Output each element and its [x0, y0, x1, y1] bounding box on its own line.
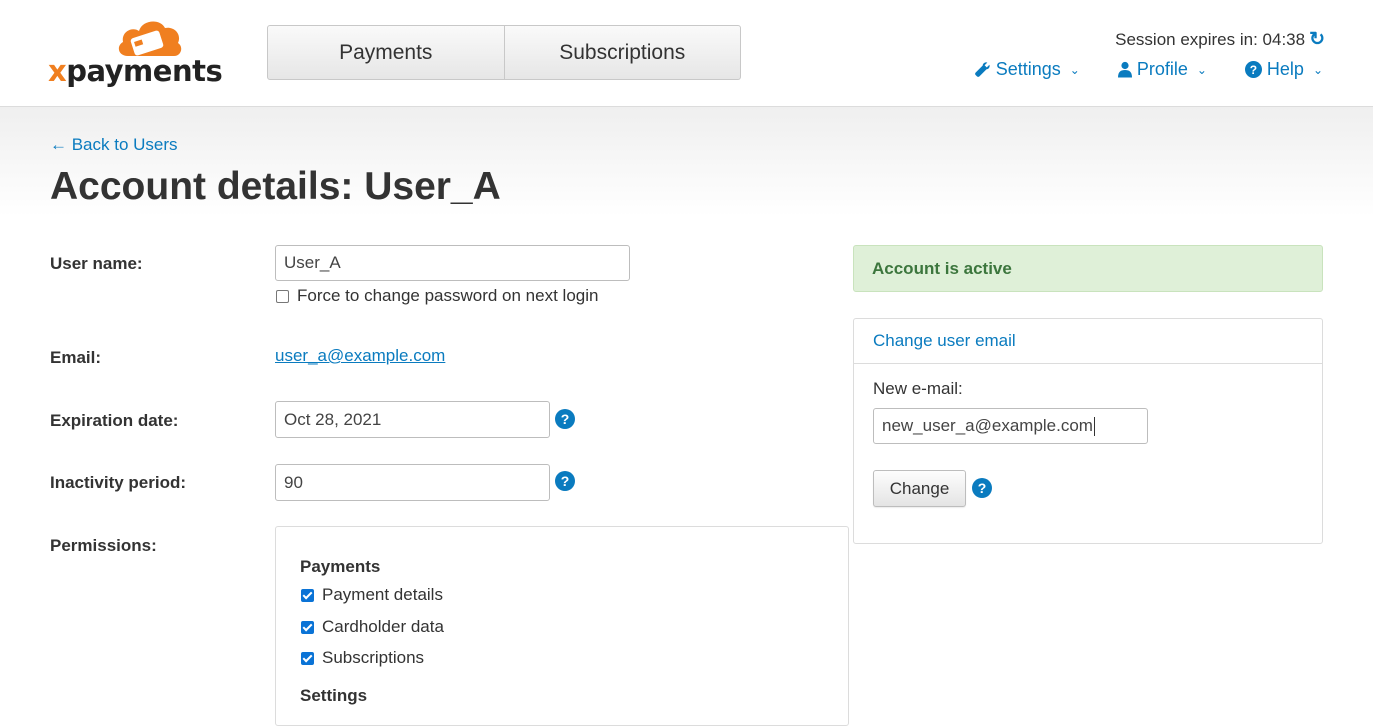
payment-details-label: Payment details — [322, 585, 443, 604]
change-email-help-icon[interactable]: ? — [972, 478, 992, 498]
wrench-icon — [974, 62, 990, 77]
email-label: Email: — [50, 348, 102, 367]
expiration-input[interactable]: Oct 28, 2021 — [275, 401, 550, 438]
subscriptions-label: Subscriptions — [322, 648, 425, 667]
perm-payment-details[interactable]: Payment details — [301, 585, 443, 605]
cardholder-data-label: Cardholder data — [322, 617, 444, 636]
perm-subscriptions[interactable]: Subscriptions — [301, 648, 424, 668]
inactivity-input[interactable]: 90 — [275, 464, 550, 501]
username-value: User_A — [284, 253, 341, 272]
inactivity-value: 90 — [284, 472, 303, 492]
main-nav: Payments Subscriptions — [267, 25, 741, 80]
settings-menu[interactable]: Settings ⌄ — [974, 59, 1080, 80]
payment-details-checkbox[interactable] — [301, 588, 314, 602]
force-change-label: Force to change password on next login — [297, 286, 599, 305]
text-cursor — [1093, 416, 1095, 436]
new-email-label: New e-mail: — [873, 379, 963, 398]
new-email-input[interactable]: new_user_a@example.com — [873, 408, 1148, 444]
back-to-users-link[interactable]: ← Back to Users — [50, 135, 178, 155]
chevron-down-icon: ⌄ — [1196, 62, 1207, 77]
user-icon — [1117, 61, 1132, 78]
logo-wordmark: xpayments — [48, 54, 223, 88]
refresh-icon[interactable]: ↻ — [1309, 28, 1325, 51]
cardholder-data-checkbox[interactable] — [301, 620, 314, 634]
session-label: Session expires in: 04:38 — [1115, 29, 1306, 49]
expiration-label: Expiration date: — [50, 411, 179, 430]
change-email-button[interactable]: Change — [873, 470, 966, 507]
username-label: User name: — [50, 254, 143, 273]
chevron-down-icon: ⌄ — [1069, 62, 1080, 77]
permissions-label: Permissions: — [50, 536, 157, 555]
expiration-value: Oct 28, 2021 — [284, 409, 382, 429]
tab-payments[interactable]: Payments — [268, 26, 504, 79]
inactivity-help-icon[interactable]: ? — [555, 471, 575, 491]
inactivity-label: Inactivity period: — [50, 473, 187, 492]
permissions-box: Payments Payment details Cardholder data… — [275, 526, 849, 726]
help-label: Help — [1266, 59, 1304, 79]
profile-label: Profile — [1136, 59, 1188, 79]
permissions-payments-heading: Payments — [300, 557, 381, 576]
user-menu: Settings ⌄ Profile ⌄ ? Help ⌄ — [974, 59, 1323, 80]
main-content: ← Back to Users Account details: User_A … — [0, 107, 1373, 726]
help-menu[interactable]: ? Help ⌄ — [1244, 59, 1323, 80]
page-title: Account details: User_A — [50, 165, 501, 208]
settings-label: Settings — [995, 59, 1061, 79]
force-change-checkbox[interactable] — [276, 289, 289, 303]
username-input[interactable]: User_A — [275, 245, 630, 281]
question-circle-icon: ? — [1244, 61, 1262, 78]
permissions-settings-heading: Settings — [300, 686, 368, 705]
chevron-down-icon: ⌄ — [1312, 62, 1323, 77]
force-change-row[interactable]: Force to change password on next login — [276, 286, 598, 306]
change-email-panel-header[interactable]: Change user email — [854, 319, 1322, 364]
new-email-value: new_user_a@example.com — [882, 416, 1093, 435]
perm-cardholder-data[interactable]: Cardholder data — [301, 617, 444, 637]
change-email-panel: Change user email New e-mail: new_user_a… — [853, 318, 1323, 544]
change-email-title: Change user email — [873, 331, 1016, 350]
expiration-help-icon[interactable]: ? — [555, 409, 575, 429]
email-link[interactable]: user_a@example.com — [275, 346, 445, 366]
account-status-alert: Account is active — [853, 245, 1323, 292]
change-button-label: Change — [889, 478, 950, 498]
app-header: xpayments Payments Subscriptions Session… — [0, 0, 1373, 107]
session-timer: Session expires in: 04:38 ↻ — [1115, 28, 1325, 51]
tab-subscriptions[interactable]: Subscriptions — [503, 26, 741, 79]
account-status-text: Account is active — [872, 258, 1012, 278]
subscriptions-checkbox[interactable] — [301, 651, 314, 665]
xpayments-logo[interactable]: xpayments — [48, 16, 223, 90]
profile-menu[interactable]: Profile ⌄ — [1117, 59, 1207, 80]
